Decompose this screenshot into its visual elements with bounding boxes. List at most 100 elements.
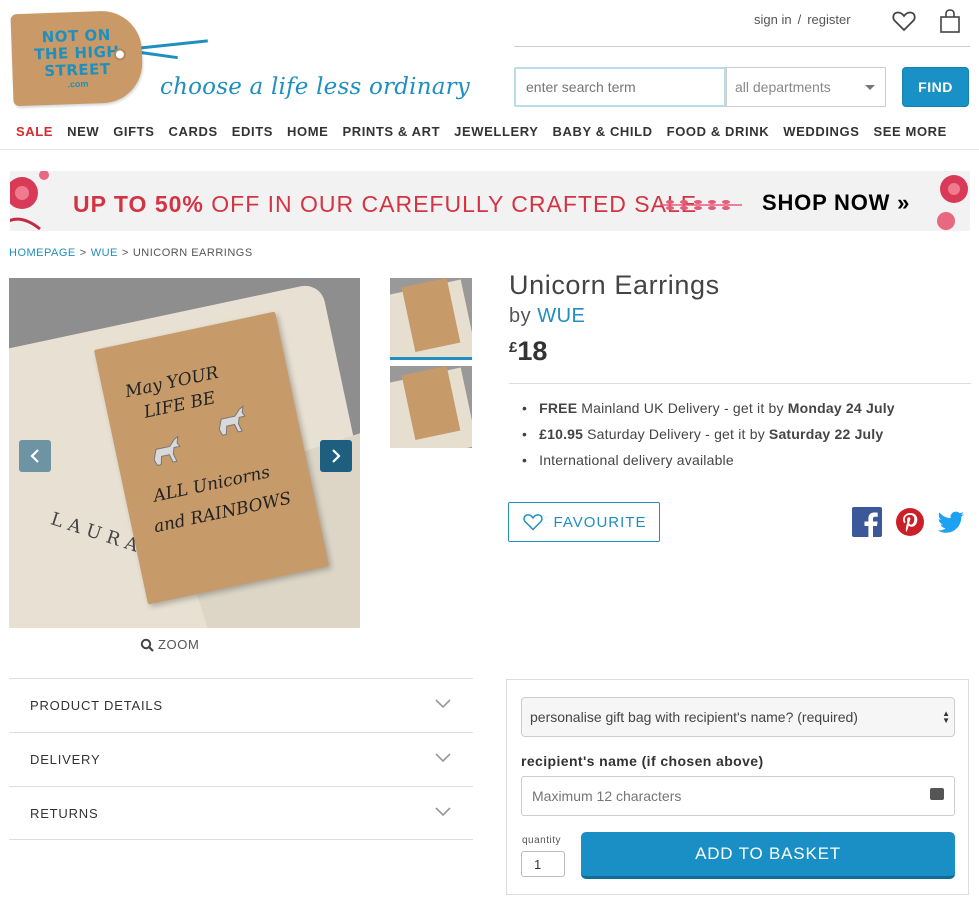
price-amount: 18 — [517, 336, 548, 366]
flower-decoration-icon — [937, 175, 968, 230]
search-input[interactable] — [514, 67, 726, 107]
previous-image-button[interactable] — [19, 440, 51, 472]
product-details-accordion[interactable]: PRODUCT DETAILS — [9, 678, 473, 732]
site-logo[interactable]: NOT ON THE HIGH STREET .com — [10, 9, 144, 107]
product-main-image[interactable]: LAURA May YOUR LIFE BE ALL Unicorns and … — [9, 278, 360, 628]
product-title: Unicorn Earrings — [509, 270, 720, 300]
seller-byline: by WUE — [509, 305, 585, 328]
nav-item-prints-art[interactable]: PRINTS & ART — [342, 124, 440, 139]
main-nav: SALE NEW GIFTS CARDS EDITS HOME PRINTS &… — [16, 124, 947, 139]
accordion-label: DELIVERY — [30, 752, 101, 767]
add-to-basket-button[interactable]: ADD TO BASKET — [581, 832, 955, 879]
breadcrumb-home-link[interactable]: HOMEPAGE — [9, 247, 76, 259]
account-separator: / — [797, 12, 802, 27]
returns-accordion[interactable]: RETURNS — [9, 786, 473, 840]
quantity-input[interactable] — [521, 851, 565, 877]
shop-now-link[interactable]: SHOP NOW » — [762, 190, 910, 216]
delivery-text: International delivery available — [539, 452, 734, 468]
product-price: £ 18 — [509, 336, 547, 367]
chevron-left-icon — [30, 449, 39, 463]
delivery-accordion[interactable]: DELIVERY — [9, 732, 473, 786]
unicorn-earring-icon — [153, 435, 181, 466]
quantity-label: quantity — [522, 835, 562, 846]
nav-item-home[interactable]: HOME — [287, 124, 328, 139]
delivery-text: Saturday Delivery - get it by — [587, 426, 765, 442]
nav-item-cards[interactable]: CARDS — [169, 124, 218, 139]
chevron-down-icon — [435, 699, 451, 709]
zoom-label: ZOOM — [158, 637, 200, 652]
breadcrumb-separator: > — [79, 247, 87, 259]
nav-item-sale[interactable]: SALE — [16, 124, 53, 139]
personalise-select[interactable]: personalise gift bag with recipient's na… — [521, 697, 955, 737]
chevron-right-icon — [332, 449, 341, 463]
account-links: sign in / register — [754, 12, 851, 27]
vine-decoration-icon — [660, 200, 742, 210]
site-tagline: choose a life less ordinary — [160, 74, 471, 100]
nav-item-baby-child[interactable]: BABY & CHILD — [553, 124, 653, 139]
sign-in-link[interactable]: sign in — [754, 12, 792, 27]
delivery-highlight: £10.95 — [539, 426, 584, 442]
accordion-label: PRODUCT DETAILS — [30, 698, 163, 713]
magnifier-icon — [140, 638, 154, 652]
nav-item-weddings[interactable]: WEDDINGS — [783, 124, 859, 139]
delivery-highlight: FREE — [539, 400, 578, 416]
department-select[interactable]: all departments — [726, 67, 886, 107]
chevron-down-icon — [865, 85, 875, 90]
delivery-option: £10.95 Saturday Delivery - get it by Sat… — [522, 426, 895, 452]
chevron-down-icon — [435, 807, 451, 817]
unicorn-earring-icon — [218, 405, 246, 436]
price-currency: £ — [509, 339, 518, 356]
product-thumbnail[interactable] — [390, 366, 472, 448]
chevron-down-icon — [435, 753, 451, 763]
flower-decoration-icon — [10, 171, 49, 231]
seller-link[interactable]: WUE — [537, 305, 585, 327]
heart-icon — [522, 514, 543, 531]
favourite-label: FAVOURITE — [553, 513, 647, 531]
byline-prefix: by — [509, 305, 532, 327]
facebook-icon[interactable] — [852, 507, 882, 537]
twitter-icon[interactable] — [936, 507, 966, 537]
accordion-label: RETURNS — [30, 805, 99, 821]
keyboard-icon — [930, 788, 944, 800]
delivery-date: Monday 24 July — [787, 400, 895, 416]
favourites-heart-icon[interactable] — [891, 8, 917, 34]
nav-item-see-more[interactable]: SEE MORE — [874, 124, 947, 139]
next-image-button[interactable] — [320, 440, 352, 472]
select-arrows-icon: ▲ ▼ — [942, 709, 950, 725]
personalise-select-value: personalise gift bag with recipient's na… — [530, 709, 858, 725]
delivery-info-list: FREE Mainland UK Delivery - get it by Mo… — [522, 400, 895, 478]
basket-bag-icon[interactable] — [938, 8, 962, 34]
delivery-date: Saturday 22 July — [768, 426, 884, 442]
nav-item-new[interactable]: NEW — [67, 124, 99, 139]
logo-suffix: .com — [67, 78, 89, 89]
purchase-panel: personalise gift bag with recipient's na… — [506, 679, 969, 895]
breadcrumb-current: UNICORN EARRINGS — [132, 247, 253, 259]
find-button[interactable]: FIND — [902, 67, 969, 107]
department-select-value: all departments — [735, 79, 831, 95]
product-thumbnail[interactable] — [390, 278, 472, 360]
banner-headline: UP TO 50% OFF IN OUR CAREFULLY CRAFTED S… — [73, 191, 697, 218]
site-header: NOT ON THE HIGH STREET .com choose a lif… — [0, 0, 979, 150]
delivery-option: International delivery available — [522, 452, 895, 478]
info-divider — [509, 383, 971, 384]
header-divider — [514, 46, 970, 47]
breadcrumb: HOMEPAGE > WUE > UNICORN EARRINGS — [9, 247, 253, 259]
delivery-option: FREE Mainland UK Delivery - get it by Mo… — [522, 400, 895, 426]
delivery-text: Mainland UK Delivery - get it by — [581, 400, 784, 416]
nav-item-food-drink[interactable]: FOOD & DRINK — [667, 124, 770, 139]
banner-text: OFF IN OUR CAREFULLY CRAFTED SALE — [203, 191, 698, 217]
nav-item-gifts[interactable]: GIFTS — [113, 124, 154, 139]
zoom-button[interactable]: ZOOM — [140, 637, 199, 652]
sale-banner[interactable]: UP TO 50% OFF IN OUR CAREFULLY CRAFTED S… — [10, 171, 970, 231]
pinterest-icon[interactable] — [895, 507, 925, 537]
breadcrumb-separator: > — [121, 247, 129, 259]
breadcrumb-seller-link[interactable]: WUE — [91, 247, 118, 259]
logo-line: STREET — [43, 59, 111, 80]
recipient-name-input[interactable] — [521, 776, 955, 816]
register-link[interactable]: register — [807, 12, 850, 27]
logo-tag-hole — [113, 48, 127, 61]
favourite-button[interactable]: FAVOURITE — [508, 502, 660, 542]
nav-item-jewellery[interactable]: JEWELLERY — [454, 124, 538, 139]
nav-item-edits[interactable]: EDITS — [232, 124, 273, 139]
banner-highlight: UP TO 50% — [73, 191, 204, 217]
